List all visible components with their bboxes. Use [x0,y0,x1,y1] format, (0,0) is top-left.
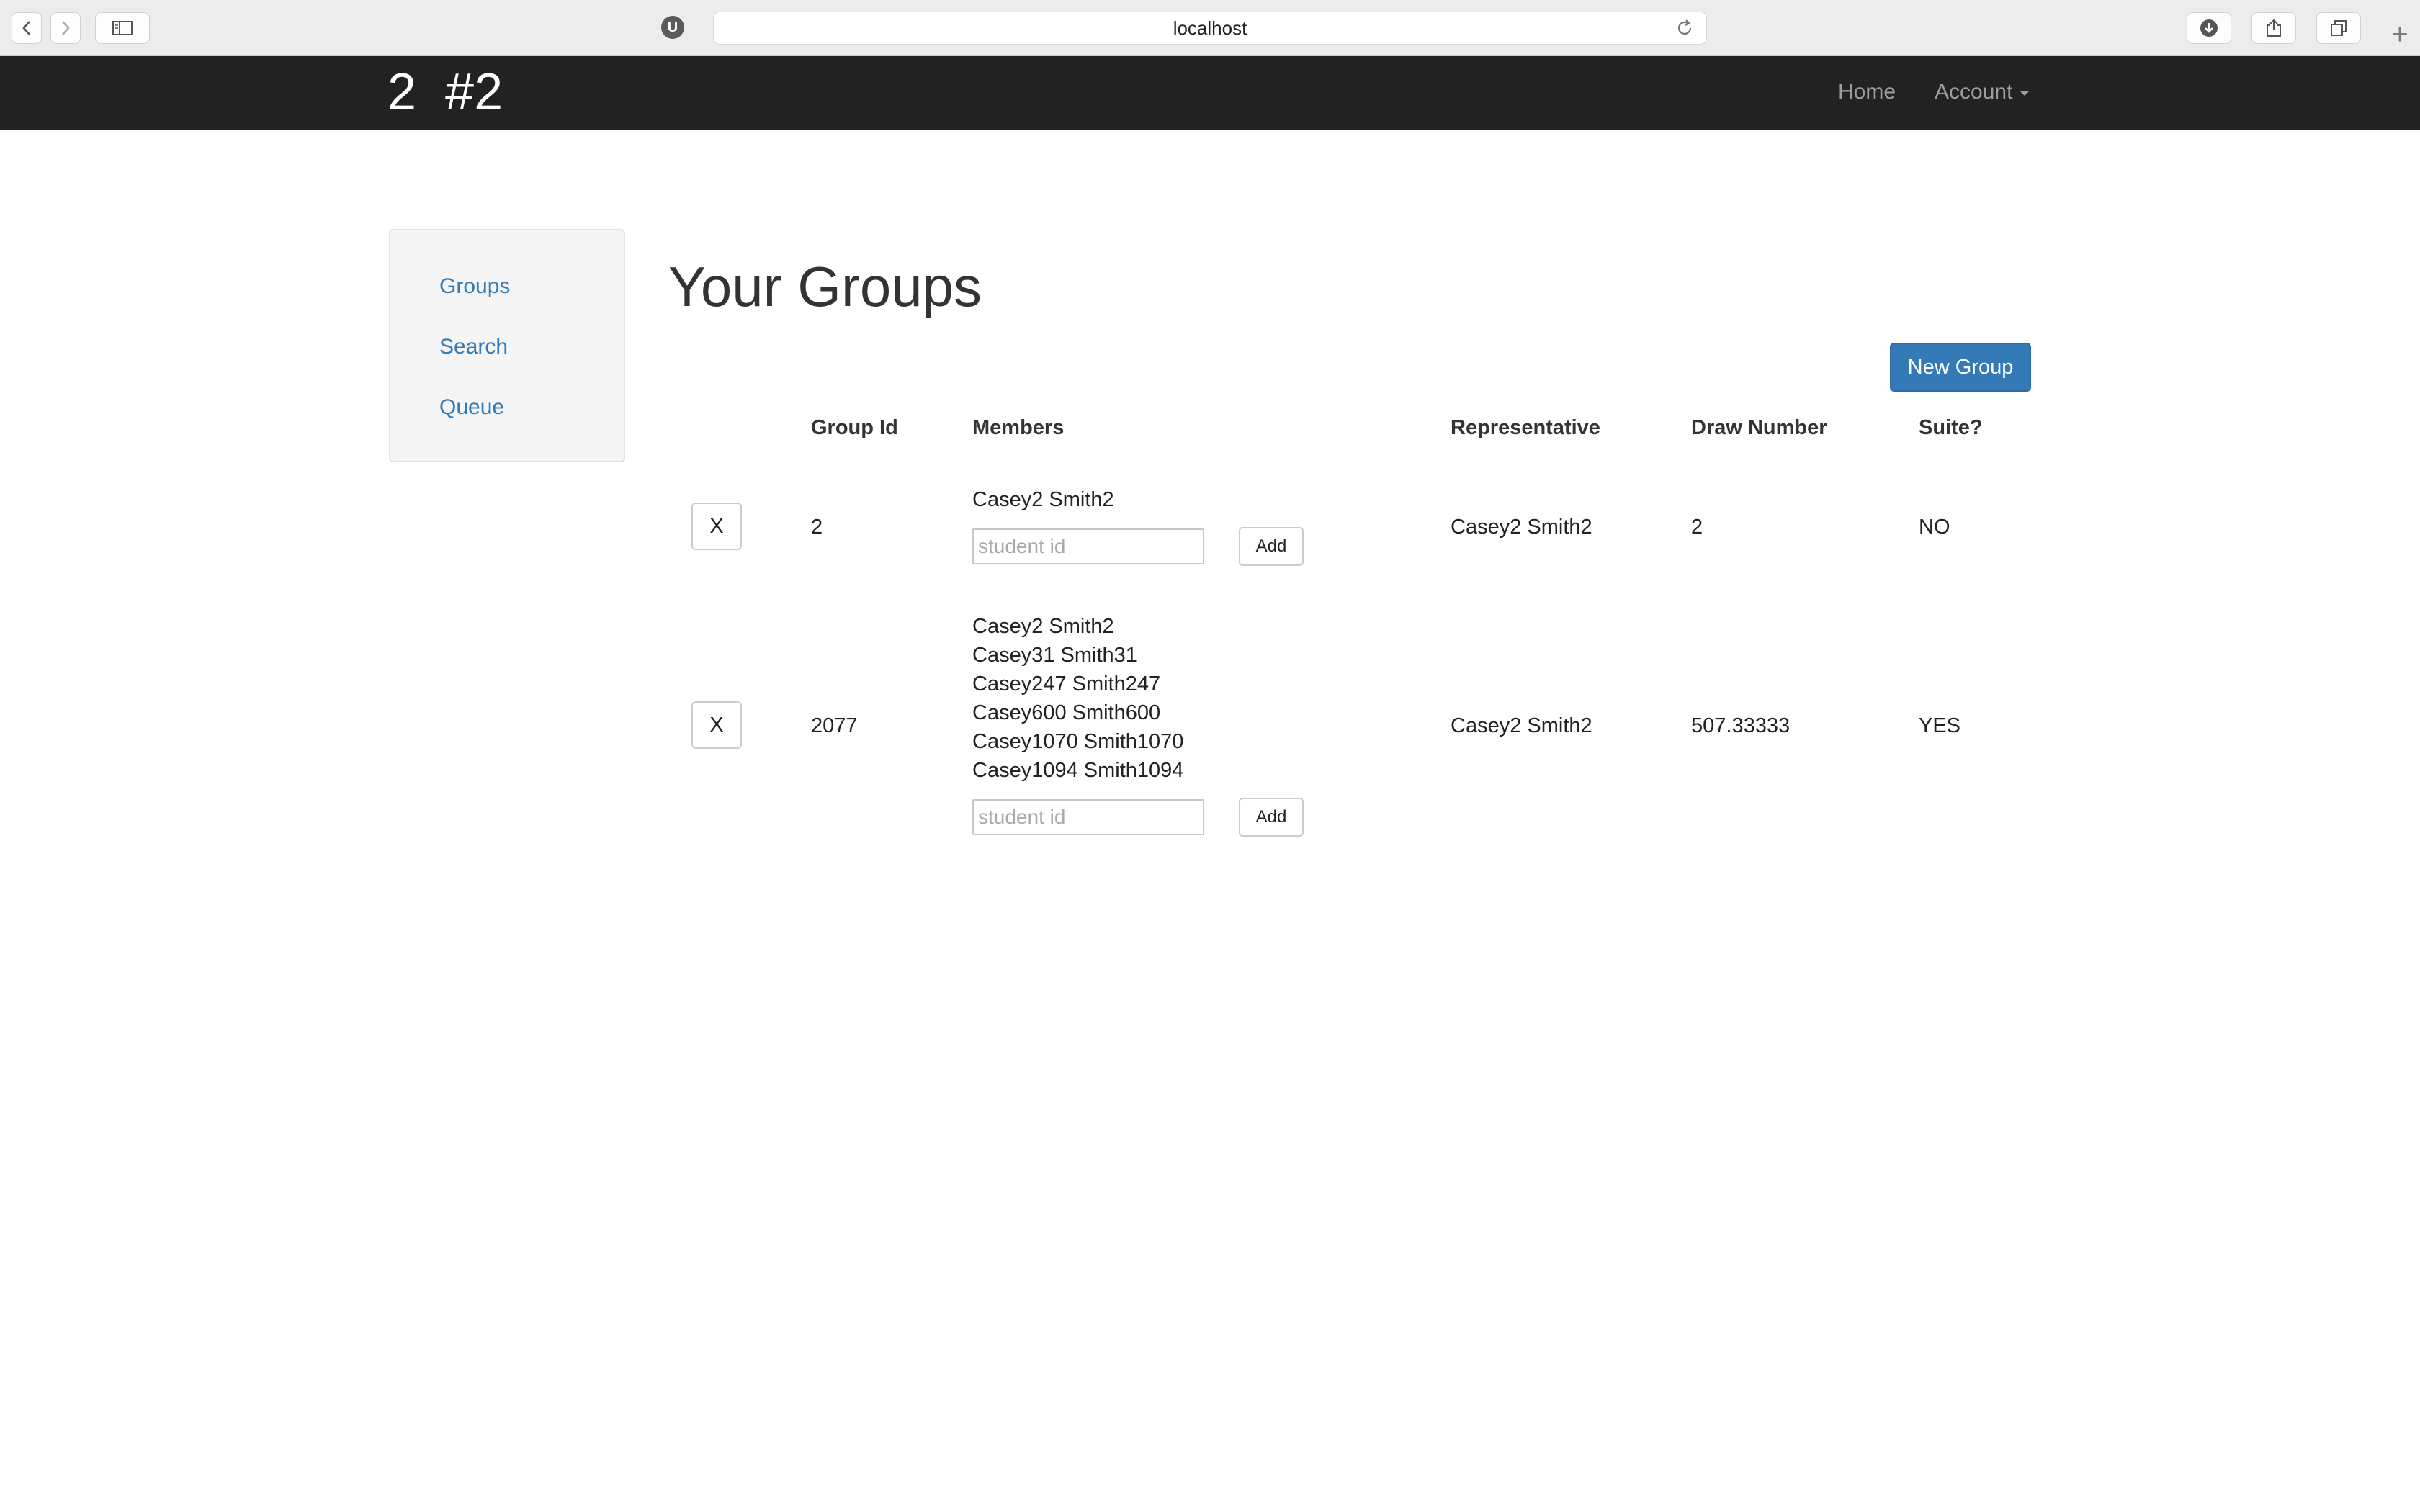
student-id-input[interactable] [972,528,1204,564]
sidebar-icon [112,21,133,35]
member-name: Casey31 Smith31 [972,644,1137,667]
top-navbar: 2 #2 Home Account [0,56,2420,130]
draw-number-cell: 2 [1691,516,1703,539]
member-name: Casey1070 Smith1070 [972,730,1184,753]
remove-group-button[interactable]: X [691,503,742,550]
caret-down-icon [2020,90,2030,96]
sidebar: Groups Search Queue [389,229,625,462]
nav-account-dropdown[interactable]: Account [1935,78,2030,107]
member-name: Casey1094 Smith1094 [972,759,1184,782]
browser-toolbar: U localhost + [0,0,2420,56]
new-tab-icon[interactable]: + [2385,20,2414,49]
show-tabs-button[interactable] [2316,12,2361,44]
back-button[interactable] [12,12,42,44]
new-group-button[interactable]: New Group [1890,343,2031,392]
navbar-brand[interactable]: 2 #2 [387,63,503,121]
suite-cell: NO [1919,516,1950,539]
column-header-members: Members [972,416,1065,439]
add-member-button[interactable]: Add [1239,527,1304,566]
member-name: Casey2 Smith2 [972,615,1114,638]
student-id-input[interactable] [972,799,1204,835]
column-header-group-id: Group Id [811,416,898,439]
extension-badge[interactable]: U [661,16,684,39]
member-name: Casey2 Smith2 [972,488,1114,511]
page-title: Your Groups [668,255,982,318]
sidebar-item-queue[interactable]: Queue [439,393,504,422]
extension-badge-label: U [667,19,678,35]
share-button[interactable] [2251,12,2296,44]
sidebar-item-search[interactable]: Search [439,333,508,361]
download-icon [2200,19,2218,37]
url-text: localhost [1173,17,1247,39]
forward-button[interactable] [50,12,81,44]
remove-group-button[interactable]: X [691,701,742,749]
column-header-suite: Suite? [1919,416,1983,439]
nav-account-label: Account [1935,80,2013,104]
representative-cell: Casey2 Smith2 [1451,714,1592,737]
add-member-button[interactable]: Add [1239,798,1304,837]
sidebar-toggle-button[interactable] [95,12,150,44]
member-name: Casey247 Smith247 [972,672,1161,696]
address-bar[interactable]: localhost [713,12,1707,45]
tabs-icon [2331,20,2347,36]
suite-cell: YES [1919,714,1961,737]
group-id-cell: 2 [811,516,823,539]
representative-cell: Casey2 Smith2 [1451,516,1592,539]
nav-home-link[interactable]: Home [1838,78,1896,107]
group-id-cell: 2077 [811,714,858,737]
downloads-button[interactable] [2187,12,2231,44]
share-icon [2267,19,2281,37]
member-name: Casey600 Smith600 [972,701,1161,724]
sidebar-item-groups[interactable]: Groups [439,272,510,301]
column-header-draw-number: Draw Number [1691,416,1827,439]
back-icon [22,21,30,35]
reload-icon[interactable] [1675,18,1695,38]
forward-icon [62,21,70,35]
draw-number-cell: 507.33333 [1691,714,1791,737]
column-header-representative: Representative [1451,416,1600,439]
